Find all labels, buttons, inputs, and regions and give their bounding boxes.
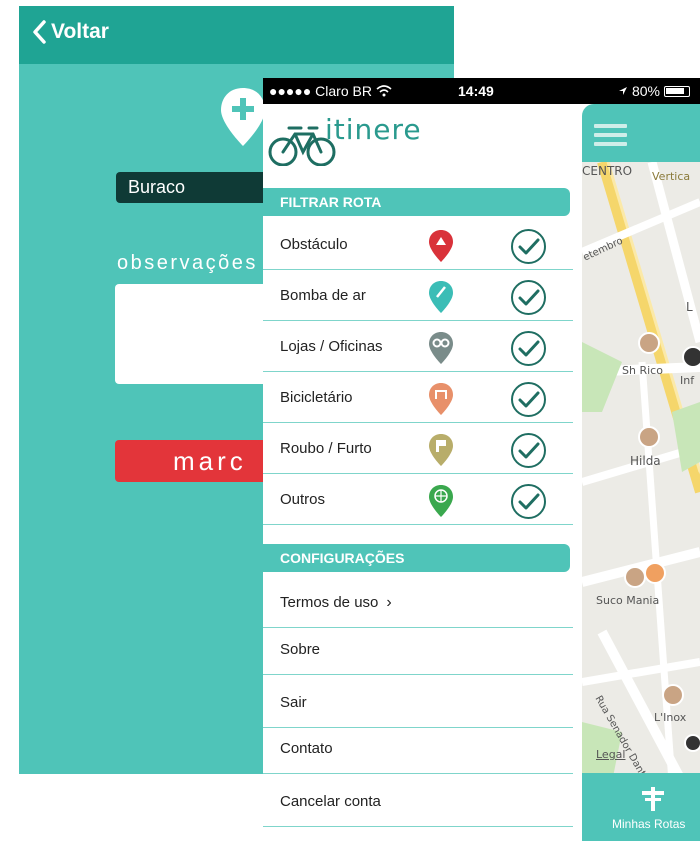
obstacle-checkbox[interactable]	[511, 229, 546, 264]
restaurant-poi-icon[interactable]	[638, 332, 660, 354]
bike-poi-icon[interactable]	[644, 562, 666, 584]
battery-percent: 80%	[631, 83, 660, 99]
filter-label: Obstáculo	[280, 236, 348, 253]
checkmark-icon	[518, 391, 540, 408]
observations-textarea[interactable]	[115, 284, 275, 384]
filter-row-shops[interactable]: Lojas / Oficinas	[263, 322, 573, 372]
shop-pin-icon	[429, 332, 453, 364]
map-label-sh-rico: Sh Rico	[622, 364, 663, 377]
signpost-icon	[642, 787, 664, 811]
menu-item-label: Sair	[280, 694, 307, 711]
map-label-linox: L'Inox	[654, 711, 687, 724]
phone-screen: ●●●●● Claro BR 14:49 80% CENTRO Vertica …	[263, 78, 700, 841]
map-label-l: L	[686, 300, 693, 314]
filter-row-theft[interactable]: Roubo / Furto	[263, 424, 573, 474]
filter-row-obstacle[interactable]: Obstáculo	[263, 220, 573, 270]
map-label-suco-mania: Suco Mania	[596, 594, 660, 607]
my-routes-label: Minhas Rotas	[612, 817, 686, 831]
filter-label: Bicicletário	[280, 389, 353, 406]
checkmark-icon	[518, 238, 540, 255]
menu-item-label: Termos de uso	[280, 594, 379, 611]
info-poi-icon-2[interactable]	[684, 734, 700, 752]
filter-row-others[interactable]: Outros	[263, 475, 573, 525]
app-logo-text: itinere	[325, 113, 422, 146]
menu-item-label: Sobre	[280, 641, 321, 658]
chevron-right-icon: ›	[386, 594, 392, 611]
restaurant-poi-icon-4[interactable]	[662, 684, 684, 706]
filter-row-air-pump[interactable]: Bomba de ar	[263, 271, 573, 321]
battery-status: 80%	[618, 83, 690, 99]
map-legal-link[interactable]: Legal	[596, 748, 625, 761]
menu-item-about[interactable]: Sobre	[263, 625, 573, 675]
checkmark-icon	[518, 289, 540, 306]
map-label-hilda: Hilda	[630, 454, 661, 468]
menu-item-terms[interactable]: Termos de uso ›	[263, 578, 573, 628]
map-label-vertical: Vertica	[652, 170, 691, 183]
hamburger-menu-icon[interactable]	[594, 124, 627, 151]
status-time: 14:49	[458, 83, 494, 99]
shops-checkbox[interactable]	[511, 331, 546, 366]
type-select[interactable]: Buraco	[116, 172, 276, 203]
checkmark-icon	[518, 442, 540, 459]
battery-icon	[664, 85, 690, 97]
menu-item-label: Cancelar conta	[280, 793, 381, 810]
air-pump-pin-icon	[429, 281, 453, 313]
bike-rack-checkbox[interactable]	[511, 382, 546, 417]
mark-button[interactable]: marc	[115, 440, 275, 482]
menu-item-logout[interactable]: Sair	[263, 678, 573, 728]
other-pin-icon	[429, 485, 453, 517]
theft-pin-icon	[429, 434, 453, 466]
filter-section-header: FILTRAR ROTA	[263, 188, 570, 216]
filter-label: Bomba de ar	[280, 287, 366, 304]
menu-item-label: Contato	[280, 740, 333, 757]
screenshot-stage: Voltar Buraco observações marc ●●●●● Cla…	[0, 0, 700, 841]
obstacle-pin-icon	[429, 230, 453, 262]
filter-label: Roubo / Furto	[280, 440, 372, 457]
side-drawer: itinere FILTRAR ROTA Obstáculo Bomba de …	[263, 104, 582, 841]
map-label-centro: CENTRO	[582, 164, 633, 178]
map-label-inf: Inf	[680, 374, 695, 387]
restaurant-poi-icon-2[interactable]	[638, 426, 660, 448]
filter-label: Outros	[280, 491, 326, 508]
location-arrow-icon	[618, 87, 627, 95]
status-bar: ●●●●● Claro BR 14:49 80%	[263, 78, 700, 104]
filter-label: Lojas / Oficinas	[280, 338, 383, 355]
my-routes-tab[interactable]: Minhas Rotas	[582, 773, 700, 841]
info-poi-icon[interactable]	[682, 346, 700, 368]
checkmark-icon	[518, 493, 540, 510]
back-button[interactable]: Voltar	[31, 20, 109, 44]
config-section-header: CONFIGURAÇÕES	[263, 544, 570, 572]
air-pump-checkbox[interactable]	[511, 280, 546, 315]
report-header: Voltar	[19, 6, 454, 64]
map-panel[interactable]: CENTRO Vertica etembro L Sh Rico Inf Hil…	[582, 104, 700, 841]
checkmark-icon	[518, 340, 540, 357]
bike-rack-pin-icon	[429, 383, 453, 415]
map-header	[582, 104, 700, 162]
back-label: Voltar	[51, 20, 109, 43]
others-checkbox[interactable]	[511, 484, 546, 519]
filter-row-bike-rack[interactable]: Bicicletário	[263, 373, 573, 423]
chevron-left-icon	[33, 20, 46, 44]
menu-item-contact[interactable]: Contato	[263, 724, 573, 774]
theft-checkbox[interactable]	[511, 433, 546, 468]
add-marker-pin-icon[interactable]	[217, 86, 269, 148]
wifi-icon	[376, 85, 392, 97]
carrier-label: ●●●●● Claro BR	[269, 83, 392, 99]
restaurant-poi-icon-3[interactable]	[624, 566, 646, 588]
menu-item-cancel-account[interactable]: Cancelar conta	[263, 777, 573, 827]
observations-label: observações	[117, 252, 258, 274]
